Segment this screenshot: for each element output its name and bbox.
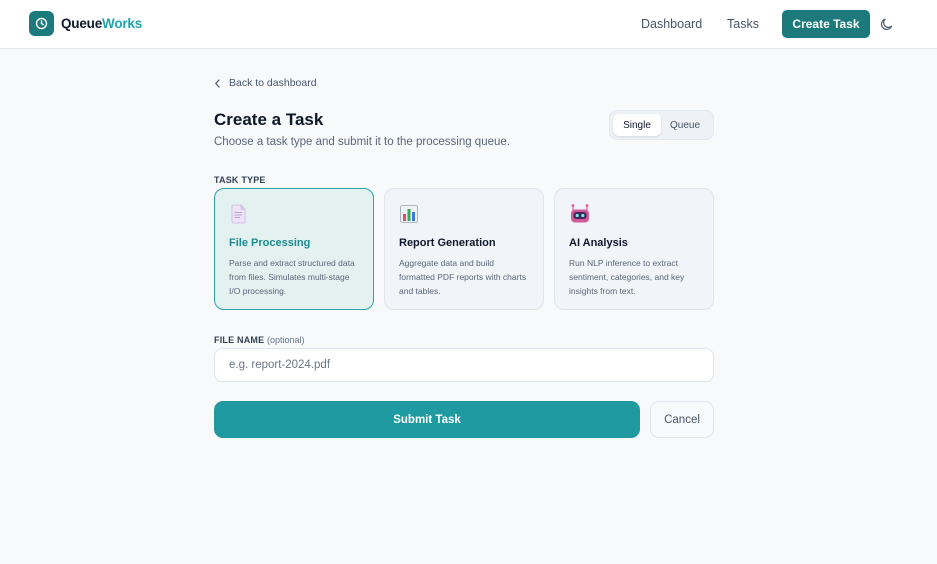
robot-icon (569, 203, 589, 225)
nav-dashboard-link[interactable]: Dashboard (641, 16, 702, 32)
mode-queue-option[interactable]: Queue (661, 114, 709, 136)
task-type-label: TASK TYPE (214, 175, 266, 185)
task-card-description: Parse and extract structured data from f… (229, 258, 355, 296)
task-card-file-processing[interactable]: File Processing Parse and extract struct… (214, 188, 374, 310)
back-to-dashboard-link[interactable]: Back to dashboard (214, 77, 317, 89)
brand-name[interactable]: QueueWorks (61, 15, 142, 32)
task-card-title: File Processing (229, 237, 311, 249)
clock-icon[interactable] (29, 11, 54, 36)
mode-single-option[interactable]: Single (613, 114, 661, 136)
chevron-left-icon (215, 78, 220, 88)
page-title: Create a Task (214, 110, 324, 129)
task-card-report-generation[interactable]: Report Generation Aggregate data and bui… (384, 188, 544, 310)
task-card-title: AI Analysis (569, 237, 628, 249)
file-name-label: FILE NAME (optional) (214, 335, 305, 345)
task-card-ai-analysis[interactable]: AI Analysis Run NLP inference to extract… (554, 188, 714, 310)
file-name-optional-note: (optional) (267, 335, 305, 345)
document-icon (229, 203, 249, 225)
top-nav-bar: QueueWorks Dashboard Tasks Create Task (0, 0, 937, 49)
cancel-button[interactable]: Cancel (650, 401, 714, 438)
create-task-nav-button[interactable]: Create Task (782, 10, 870, 38)
submit-task-button[interactable]: Submit Task (214, 401, 640, 438)
task-card-description: Aggregate data and build formatted PDF r… (399, 258, 527, 296)
file-name-label-text: FILE NAME (214, 335, 265, 345)
brand-name-part1: Queue (61, 16, 103, 31)
back-link-label: Back to dashboard (229, 77, 317, 89)
page-subtitle: Choose a task type and submit it to the … (214, 136, 510, 148)
moon-icon[interactable] (879, 16, 895, 32)
mode-toggle: Single Queue (609, 110, 714, 140)
bar-chart-icon (399, 203, 419, 225)
nav-tasks-link[interactable]: Tasks (727, 16, 759, 32)
file-name-input[interactable] (214, 348, 714, 382)
task-card-description: Run NLP inference to extract sentiment, … (569, 258, 685, 296)
brand-name-part2: Works (102, 16, 143, 31)
task-card-title: Report Generation (399, 237, 496, 249)
